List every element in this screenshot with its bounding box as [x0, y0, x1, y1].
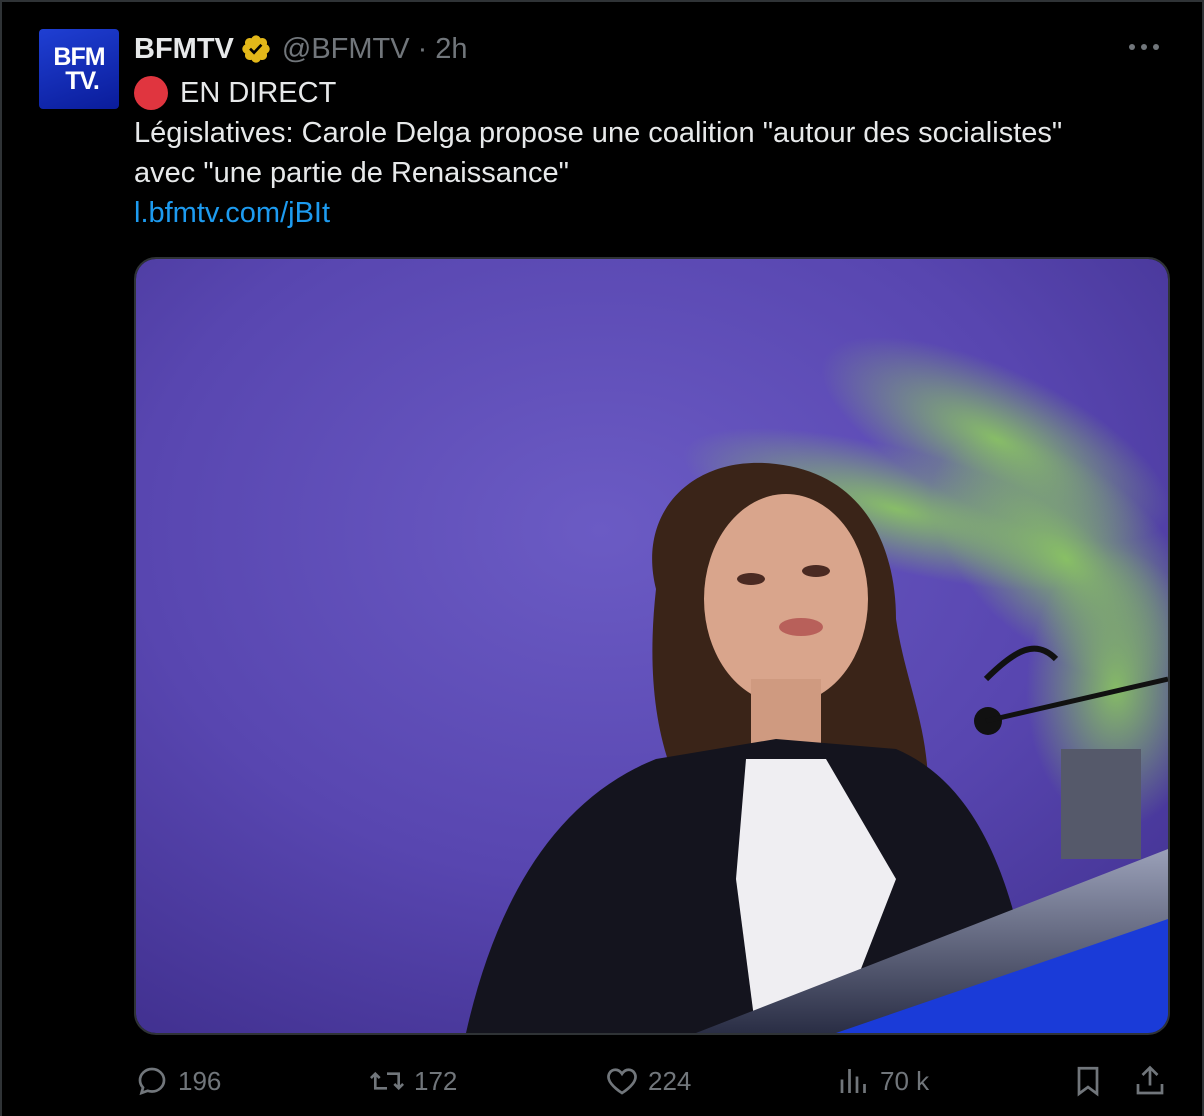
- like-button[interactable]: 224: [604, 1056, 691, 1106]
- retweet-button[interactable]: 172: [368, 1056, 457, 1106]
- tweet-photo[interactable]: [134, 257, 1170, 1035]
- tweet-link[interactable]: l.bfmtv.com/jBIt: [134, 194, 330, 232]
- handle[interactable]: @BFMTV: [282, 33, 410, 66]
- views-count: 70 k: [880, 1065, 930, 1096]
- tweet-header: BFMTV @BFMTV · 2h: [134, 31, 468, 67]
- analytics-icon: [840, 1069, 866, 1093]
- reply-button[interactable]: 196: [134, 1056, 221, 1106]
- more-options-icon[interactable]: [1124, 32, 1164, 62]
- display-name[interactable]: BFMTV: [134, 33, 234, 66]
- avatar-text-line2: TV.: [65, 67, 100, 95]
- tweet-actions: 196 172 224 70 k: [134, 1056, 1170, 1106]
- timestamp[interactable]: 2h: [435, 33, 467, 66]
- share-button[interactable]: [1132, 1056, 1176, 1106]
- tweet-card[interactable]: BFM TV. BFMTV @BFMTV · 2h EN DIRECT Légi…: [0, 0, 1204, 1116]
- avatar[interactable]: BFM TV.: [39, 29, 119, 109]
- share-icon: [1136, 1065, 1164, 1095]
- retweet-count: 172: [414, 1065, 458, 1096]
- reply-icon: [138, 1067, 166, 1096]
- verified-badge-icon[interactable]: [240, 33, 272, 65]
- retweet-icon: [369, 1071, 405, 1091]
- views-button[interactable]: 70 k: [836, 1056, 929, 1106]
- heart-icon: [607, 1068, 637, 1095]
- bookmark-icon: [1077, 1066, 1099, 1097]
- avatar-text-line1: BFM: [53, 43, 105, 71]
- live-label: EN DIRECT: [134, 74, 336, 112]
- bookmark-button[interactable]: [1070, 1056, 1114, 1106]
- red-circle-icon: [134, 76, 168, 110]
- tweet-text-line2: avec "une partie de Renaissance": [134, 157, 569, 189]
- like-count: 224: [648, 1065, 692, 1096]
- live-text: EN DIRECT: [180, 77, 337, 109]
- tweet-text-line1: Législatives: Carole Delga propose une c…: [134, 117, 1063, 149]
- reply-count: 196: [178, 1065, 222, 1096]
- separator-dot: ·: [417, 32, 428, 65]
